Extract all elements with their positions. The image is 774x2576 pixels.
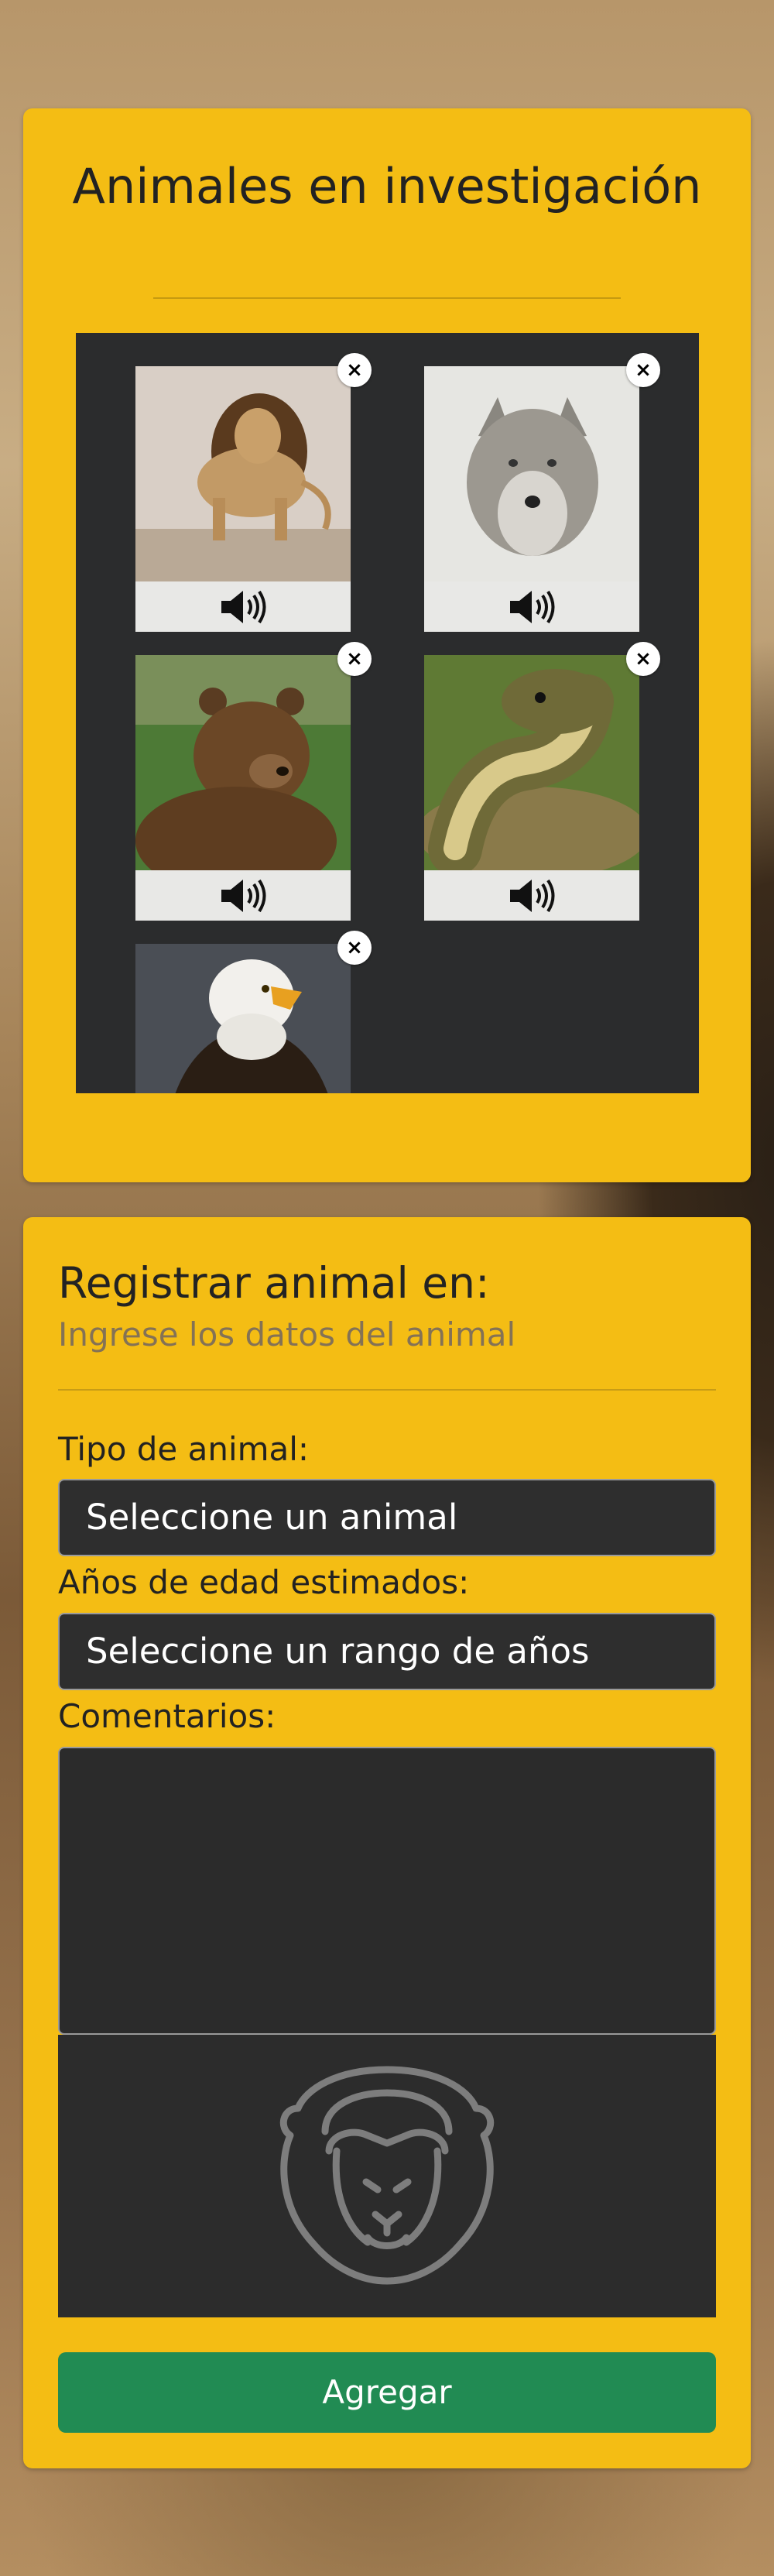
form-header: Registrar animal en: Ingrese los datos d… bbox=[58, 1256, 515, 1357]
bear-audio-button[interactable] bbox=[135, 870, 351, 921]
age-range-select[interactable]: Seleccione un rango de años bbox=[58, 1613, 716, 1690]
animal-preview bbox=[58, 2035, 716, 2317]
wolf-photo bbox=[424, 366, 639, 581]
animal-gallery[interactable]: × × × × × bbox=[76, 333, 699, 1093]
lion-outline-icon bbox=[279, 2066, 495, 2285]
remove-eagle-button[interactable]: × bbox=[337, 931, 372, 965]
remove-wolf-button[interactable]: × bbox=[626, 353, 660, 387]
animal-card-wolf: × bbox=[424, 353, 660, 632]
comments-textarea[interactable] bbox=[58, 1747, 716, 2035]
speaker-icon bbox=[510, 590, 555, 623]
bear-photo bbox=[135, 655, 351, 870]
gallery-title: Animales en investigación bbox=[72, 158, 702, 214]
speaker-icon bbox=[510, 879, 555, 912]
form-divider bbox=[58, 1389, 716, 1391]
remove-bear-button[interactable]: × bbox=[337, 642, 372, 676]
animal-type-select[interactable]: Seleccione un animal bbox=[58, 1479, 716, 1556]
remove-lion-button[interactable]: × bbox=[337, 353, 372, 387]
animal-card-snake: × bbox=[424, 642, 660, 921]
remove-snake-button[interactable]: × bbox=[626, 642, 660, 676]
lion-photo bbox=[135, 366, 351, 581]
animal-card-bear: × bbox=[135, 642, 372, 921]
speaker-icon bbox=[221, 879, 266, 912]
register-animal-card: Registrar animal en: Ingrese los datos d… bbox=[23, 1217, 751, 2468]
comments-label: Comentarios: bbox=[58, 1697, 276, 1735]
add-button[interactable]: Agregar bbox=[58, 2352, 716, 2433]
form-heading: Registrar animal en: bbox=[58, 1258, 490, 1308]
title-divider bbox=[153, 297, 621, 299]
snake-audio-button[interactable] bbox=[424, 870, 639, 921]
research-animals-card: Animales en investigación × × × × × bbox=[23, 108, 751, 1182]
speaker-icon bbox=[221, 590, 266, 623]
form-subheading: Ingrese los datos del animal bbox=[58, 1315, 516, 1353]
snake-photo bbox=[424, 655, 639, 870]
age-range-label: Años de edad estimados: bbox=[58, 1563, 470, 1601]
animal-card-eagle: × bbox=[135, 931, 372, 1093]
animal-card-lion: × bbox=[135, 353, 372, 632]
eagle-photo bbox=[135, 944, 351, 1093]
animal-type-label: Tipo de animal: bbox=[58, 1430, 310, 1468]
wolf-audio-button[interactable] bbox=[424, 581, 639, 632]
lion-audio-button[interactable] bbox=[135, 581, 351, 632]
